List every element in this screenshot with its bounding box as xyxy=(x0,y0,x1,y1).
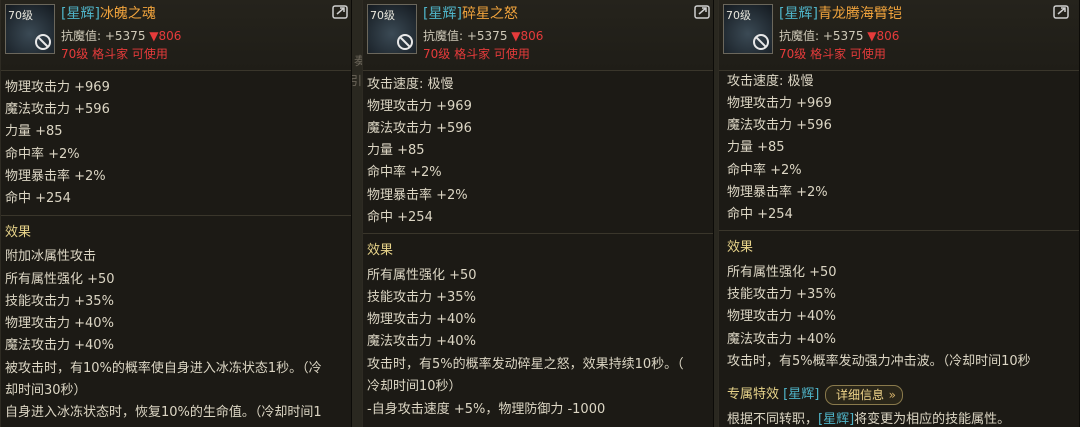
effect-line: 所有属性强化 +50 xyxy=(5,272,115,287)
chevron-right-icon: » xyxy=(888,388,897,402)
stat-line: 魔法攻击力 +596 xyxy=(5,102,110,117)
effect-line: 所有属性强化 +50 xyxy=(367,268,477,283)
item-requirement: 70级 格斗家 可使用 xyxy=(61,47,168,61)
divider xyxy=(363,233,713,234)
stat-line: 命中率 +2% xyxy=(727,163,802,178)
effect-line: 所有属性强化 +50 xyxy=(727,265,837,280)
item-level: 70级 xyxy=(726,9,751,22)
stat-line: 命中率 +2% xyxy=(5,147,80,162)
resist-change: ▼806 xyxy=(149,29,182,43)
stat-line: 命中 +254 xyxy=(5,191,71,206)
item-level: 70级 xyxy=(370,9,395,22)
tooltip-header: 70级 [星辉]冰魄之魂 抗魔值: +5375 ▼806 70级 格斗家 可使用 xyxy=(1,0,351,71)
stat-line: 物理暴击率 +2% xyxy=(5,169,106,184)
stat-line: 魔法攻击力 +596 xyxy=(727,118,832,133)
item-title: [星辉]碎星之怒 xyxy=(423,3,518,23)
effect-line: -自身攻击速度 +5%，物理防御力 -1000 xyxy=(367,402,606,417)
item-title: [星辉]青龙腾海臂铠 xyxy=(779,3,902,23)
exclusive-description: 根据不同转职，[星辉]将变更为相应的技能属性。 xyxy=(727,411,1010,427)
stat-line: 命中 +254 xyxy=(727,207,793,222)
stat-line: 命中 +254 xyxy=(367,210,433,225)
effects-heading: 效果 xyxy=(727,240,754,255)
effect-line: 被攻击时，有10%的概率使自身进入冰冻状态1秒。（冷 xyxy=(5,361,322,376)
stat-line: 物理暴击率 +2% xyxy=(367,188,468,203)
effect-line: 附加冰属性攻击 xyxy=(5,249,97,264)
item-level: 70级 xyxy=(8,9,33,22)
effect-line: 技能攻击力 +35% xyxy=(5,294,114,309)
stat-line: 魔法攻击力 +596 xyxy=(367,121,472,136)
stat-line: 命中率 +2% xyxy=(367,165,442,180)
resist-value: 抗魔值: +5375 ▼806 xyxy=(779,27,899,44)
share-icon[interactable] xyxy=(694,4,711,19)
resist-label: 抗魔值: +5375 xyxy=(423,29,512,43)
effect-line: 物理攻击力 +40% xyxy=(367,312,476,327)
resist-value: 抗魔值: +5375 ▼806 xyxy=(61,27,181,44)
stat-line: 力量 +85 xyxy=(367,143,425,158)
item-title: [星辉]冰魄之魂 xyxy=(61,3,156,23)
effect-line: 自身进入冰冻状态时，恢复10%的生命值。（冷却时间1 xyxy=(5,405,322,420)
detail-info-button[interactable]: 详细信息 » xyxy=(825,385,904,405)
effects-heading: 效果 xyxy=(367,243,394,258)
effect-line: 魔法攻击力 +40% xyxy=(727,332,836,347)
exclusive-desc-text: 将变更为相应的技能属性。 xyxy=(854,412,1011,427)
stat-line: 物理攻击力 +969 xyxy=(727,96,832,111)
item-rarity: [星辉] xyxy=(423,6,462,22)
item-tooltip-3: 70级 [星辉]青龙腾海臂铠 抗魔值: +5375 ▼806 70级 格斗家 可… xyxy=(718,0,1080,427)
effect-line: 魔法攻击力 +40% xyxy=(5,338,114,353)
stat-line: 攻击速度: 极慢 xyxy=(727,74,814,89)
unusable-icon xyxy=(397,34,413,50)
equipment-icon: 70级 xyxy=(367,4,417,54)
effects-heading: 效果 xyxy=(5,225,32,240)
item-name: 碎星之怒 xyxy=(461,6,518,22)
effect-line: 却时间30秒） xyxy=(5,383,87,398)
stat-line: 力量 +85 xyxy=(727,140,785,155)
effect-line: 技能攻击力 +35% xyxy=(727,287,836,302)
item-requirement: 70级 格斗家 可使用 xyxy=(423,47,530,61)
stat-line: 攻击速度: 极慢 xyxy=(367,77,454,92)
divider xyxy=(719,230,1079,231)
item-name: 冰魄之魂 xyxy=(99,6,156,22)
effect-line: 物理攻击力 +40% xyxy=(5,316,114,331)
item-tooltip-1: 70级 [星辉]冰魄之魂 抗魔值: +5375 ▼806 70级 格斗家 可使用… xyxy=(0,0,352,427)
exclusive-rarity: [星辉] xyxy=(783,387,820,402)
resist-value: 抗魔值: +5375 ▼806 xyxy=(423,27,543,44)
detail-info-label: 详细信息 xyxy=(836,388,885,402)
resist-change: ▼806 xyxy=(867,29,900,43)
effect-line: 攻击时，有5%的概率发动碎星之怒，效果持续10秒。（ xyxy=(367,357,684,372)
effect-line: 技能攻击力 +35% xyxy=(367,290,476,305)
unusable-icon xyxy=(35,34,51,50)
item-rarity: [星辉] xyxy=(61,6,100,22)
stat-line: 物理暴击率 +2% xyxy=(727,185,828,200)
stat-line: 力量 +85 xyxy=(5,124,63,139)
item-rarity: [星辉] xyxy=(779,6,818,22)
exclusive-desc-rarity: [星辉] xyxy=(818,412,855,427)
exclusive-label: 专属特效 xyxy=(727,387,780,402)
share-icon[interactable] xyxy=(1053,4,1070,19)
exclusive-desc-text: 根据不同转职， xyxy=(727,412,819,427)
resist-label: 抗魔值: +5375 xyxy=(779,29,868,43)
effect-line: 物理攻击力 +40% xyxy=(727,309,836,324)
stat-line: 物理攻击力 +969 xyxy=(367,99,472,114)
tooltip-header: 70级 [星辉]青龙腾海臂铠 抗魔值: +5375 ▼806 70级 格斗家 可… xyxy=(719,0,1079,71)
share-icon[interactable] xyxy=(332,4,349,19)
exclusive-effect-row: 专属特效 [星辉] xyxy=(727,386,819,404)
resist-change: ▼806 xyxy=(511,29,544,43)
divider xyxy=(1,215,351,216)
item-tooltip-2: 70级 [星辉]碎星之怒 抗魔值: +5375 ▼806 70级 格斗家 可使用… xyxy=(362,0,714,427)
unusable-icon xyxy=(753,34,769,50)
equipment-icon: 70级 xyxy=(5,4,55,54)
stat-line: 物理攻击力 +969 xyxy=(5,80,110,95)
resist-label: 抗魔值: +5375 xyxy=(61,29,150,43)
tooltip-header: 70级 [星辉]碎星之怒 抗魔值: +5375 ▼806 70级 格斗家 可使用 xyxy=(363,0,713,71)
effect-line: 冷却时间10秒） xyxy=(367,379,462,394)
item-name: 青龙腾海臂铠 xyxy=(817,6,902,22)
item-requirement: 70级 格斗家 可使用 xyxy=(779,47,886,61)
effect-line: 魔法攻击力 +40% xyxy=(367,334,476,349)
effect-line: 攻击时，有5%概率发动强力冲击波。（冷却时间10秒 xyxy=(727,354,1031,369)
equipment-icon: 70级 xyxy=(723,4,773,54)
